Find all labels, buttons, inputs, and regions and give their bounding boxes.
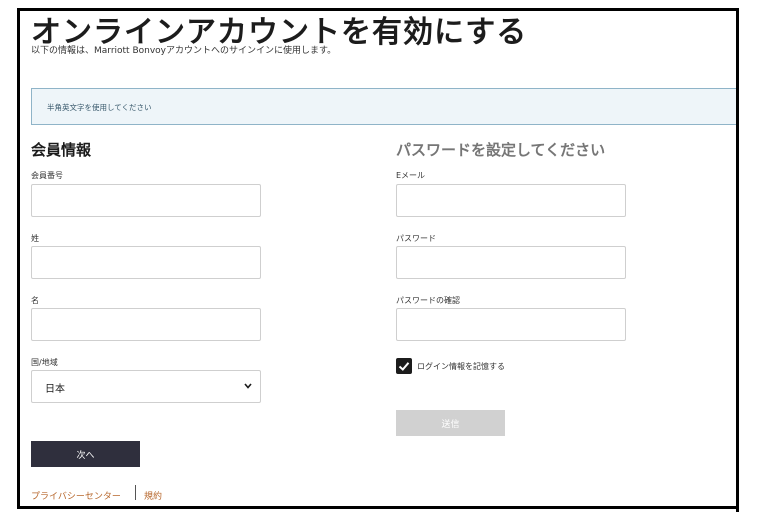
next-button[interactable]: 次へ <box>31 441 140 467</box>
page-subtitle: 以下の情報は、Marriott Bonvoyアカウントへのサインインに使用します… <box>31 46 337 56</box>
last-name-field[interactable] <box>31 246 261 279</box>
member-info-heading: 会員情報 <box>31 141 92 159</box>
info-banner-text: 半角英文字を使用してください <box>47 103 152 112</box>
info-banner: 半角英文字を使用してください <box>31 88 738 125</box>
submit-button[interactable]: 送信 <box>396 410 505 436</box>
password-label: パスワード <box>396 234 436 243</box>
confirm-password-field[interactable] <box>396 308 626 341</box>
email-field[interactable] <box>396 184 626 217</box>
privacy-center-link[interactable]: プライバシーセンター <box>31 489 121 502</box>
member-number-label: 会員番号 <box>31 171 63 180</box>
remember-me-checkbox[interactable] <box>396 358 412 374</box>
last-name-label: 姓 <box>31 234 39 243</box>
remember-me-label: ログイン情報を記憶する <box>417 362 505 371</box>
activation-form-frame: オンラインアカウントを有効にする 以下の情報は、Marriott Bonvoyア… <box>17 8 738 509</box>
footer-divider <box>135 485 136 500</box>
country-select[interactable]: 日本 <box>31 370 261 403</box>
first-name-field[interactable] <box>31 308 261 341</box>
checkmark-icon <box>398 362 410 371</box>
country-label: 国/地域 <box>31 358 58 367</box>
confirm-password-label: パスワードの確認 <box>396 296 460 305</box>
terms-link[interactable]: 規約 <box>144 489 162 502</box>
password-field[interactable] <box>396 246 626 279</box>
country-select-value: 日本 <box>45 384 65 395</box>
password-setup-heading: パスワードを設定してください <box>396 141 606 159</box>
email-label: Eメール <box>396 171 426 180</box>
member-number-field[interactable] <box>31 184 261 217</box>
frame-right-border <box>736 8 739 512</box>
first-name-label: 名 <box>31 296 39 305</box>
chevron-down-icon <box>244 383 252 389</box>
